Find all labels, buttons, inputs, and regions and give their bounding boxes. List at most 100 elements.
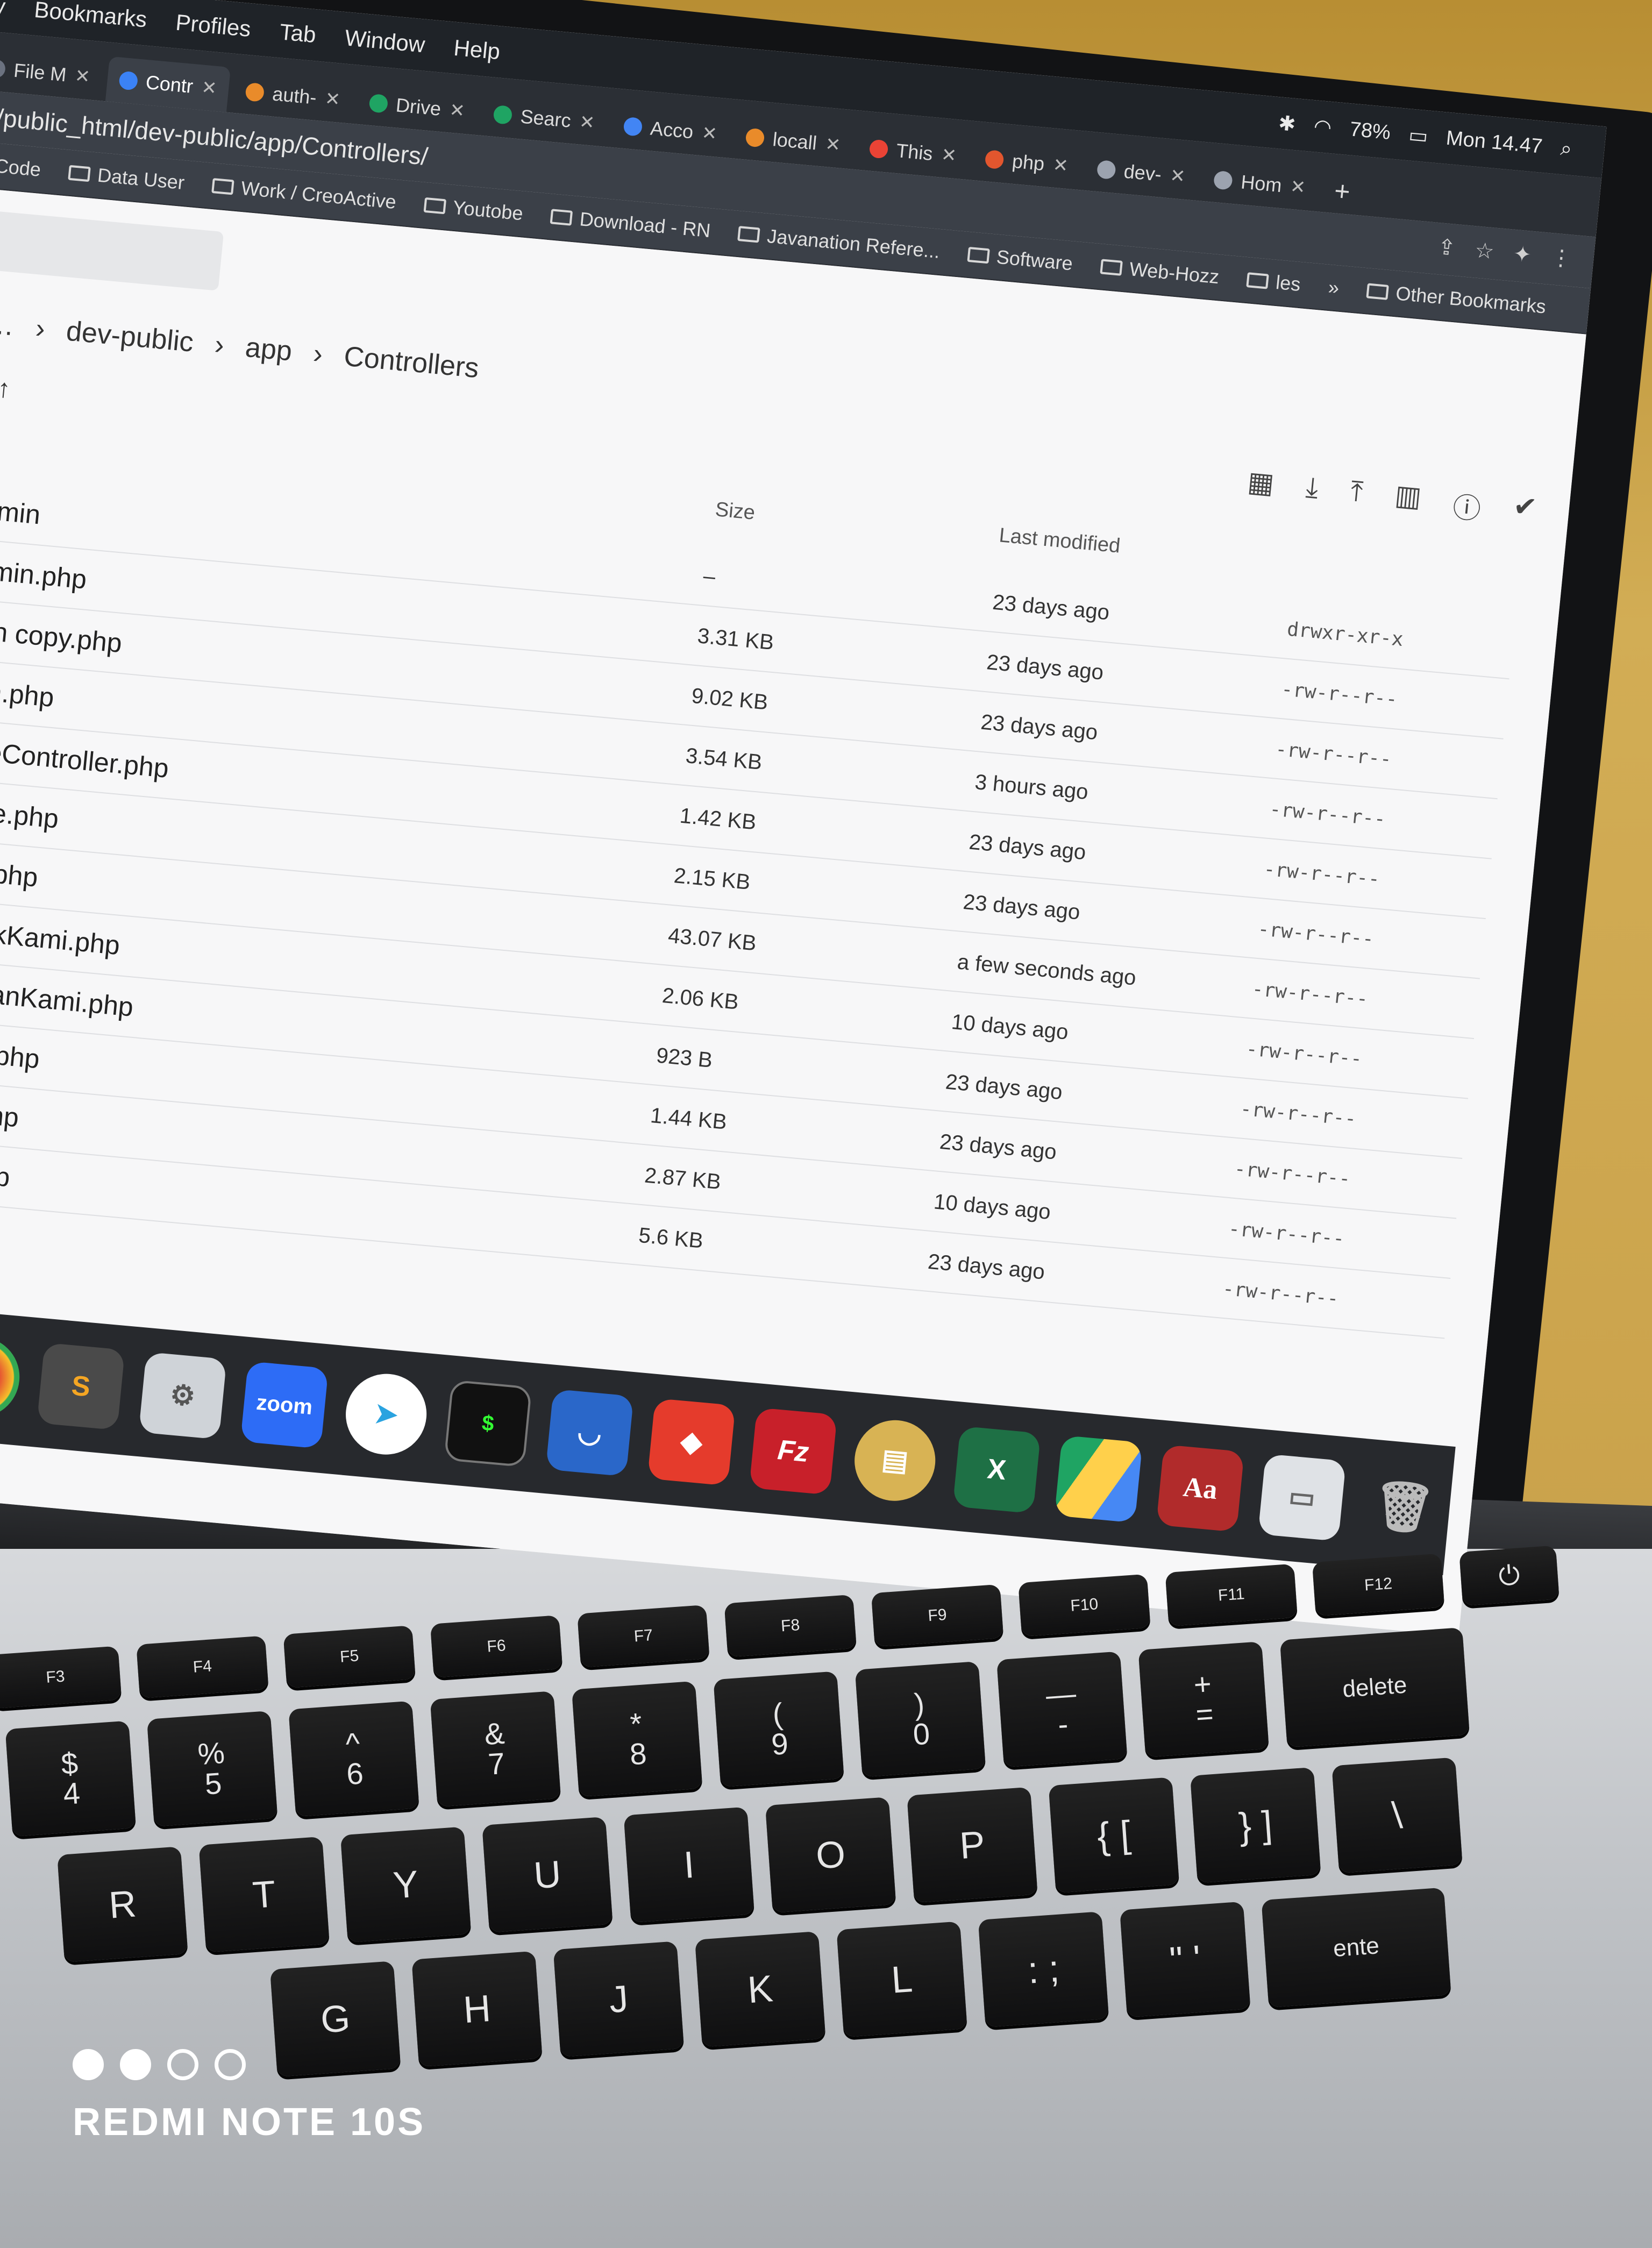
file-name[interactable]: Profil.php: [0, 1092, 20, 1133]
chrome-icon[interactable]: [0, 1333, 24, 1421]
key-f5[interactable]: F5: [283, 1625, 416, 1688]
battery-icon[interactable]: ▭: [1407, 123, 1429, 148]
bookmark-item[interactable]: Javanation Refere...: [737, 222, 941, 263]
info-icon[interactable]: ⓘ: [1451, 485, 1483, 527]
key-3[interactable]: & 7: [430, 1691, 561, 1807]
key-home-row[interactable]: J: [553, 1941, 685, 2057]
share-icon[interactable]: ⇪: [1436, 234, 1457, 261]
key-6[interactable]: ) 0: [855, 1661, 986, 1777]
menu-bookmarks[interactable]: Bookmarks: [33, 0, 148, 33]
breadcrumb-ellipsis[interactable]: …: [0, 308, 16, 342]
key-top-row[interactable]: T: [198, 1836, 330, 1953]
bookmarks-overflow-button[interactable]: »: [1327, 276, 1340, 300]
bookmark-item[interactable]: Work / CreoActive: [211, 174, 397, 214]
key-home-row[interactable]: H: [411, 1951, 543, 2067]
tab-close-icon[interactable]: ✕: [701, 122, 718, 145]
file-name[interactable]: Iklan.php: [0, 852, 39, 893]
key-f8[interactable]: F8: [724, 1594, 857, 1657]
key-top-row[interactable]: R: [57, 1846, 188, 1962]
dictionary-icon[interactable]: Aa: [1156, 1444, 1244, 1532]
name-column-header[interactable]: ame ↑: [0, 368, 12, 404]
download-icon[interactable]: ⤓: [1304, 471, 1320, 513]
tab-close-icon[interactable]: ✕: [324, 88, 341, 110]
terminal-icon[interactable]: $: [444, 1379, 532, 1468]
bookmark-item[interactable]: Software: [966, 243, 1074, 275]
key-f11[interactable]: F11: [1165, 1563, 1298, 1627]
anydesk-icon[interactable]: ◆: [647, 1398, 736, 1486]
upload-icon[interactable]: ⤒: [1348, 475, 1365, 516]
key-5[interactable]: (9: [713, 1671, 844, 1787]
other-bookmarks[interactable]: Other Bookmarks: [1366, 279, 1547, 318]
trash-icon[interactable]: 🗑: [1359, 1463, 1448, 1550]
key-4[interactable]: * 8: [572, 1681, 703, 1797]
select-all-icon[interactable]: ✔: [1511, 490, 1539, 532]
key-8[interactable]: + =: [1138, 1641, 1269, 1758]
key-0[interactable]: $4: [5, 1720, 137, 1837]
key-top-row[interactable]: O: [765, 1797, 896, 1913]
zoom-icon[interactable]: zoom: [240, 1361, 329, 1449]
key-top-row[interactable]: \: [1331, 1757, 1463, 1874]
breadcrumb-controllers[interactable]: Controllers: [343, 340, 480, 385]
key-home-row[interactable]: L: [836, 1921, 967, 2038]
bookmark-star-icon[interactable]: ☆: [1473, 238, 1495, 264]
power-key[interactable]: ⏻: [1459, 1545, 1560, 1606]
key-top-row[interactable]: Y: [340, 1826, 472, 1943]
delete-key[interactable]: delete: [1279, 1627, 1470, 1748]
file-name[interactable]: Auth.php: [0, 672, 55, 713]
telegram-icon[interactable]: ➤: [342, 1370, 431, 1459]
file-name[interactable]: rofile.php: [0, 1152, 11, 1193]
key-f9[interactable]: F9: [871, 1584, 1004, 1647]
key-f3[interactable]: F3: [0, 1646, 122, 1709]
breadcrumb-dev-public[interactable]: dev-public: [65, 315, 195, 359]
menu-dots-icon[interactable]: ⋮: [1549, 245, 1573, 271]
bookmark-item[interactable]: Data User: [68, 161, 186, 194]
tab-close-icon[interactable]: ✕: [1289, 176, 1306, 198]
grid-view-icon[interactable]: ▦: [1245, 466, 1276, 508]
extension-icon[interactable]: ✦: [1512, 241, 1533, 268]
tab-close-icon[interactable]: ✕: [201, 77, 218, 99]
bluetooth-icon[interactable]: ✱: [1277, 111, 1297, 137]
key-f6[interactable]: F6: [430, 1615, 563, 1678]
sublime-text-icon[interactable]: S: [37, 1342, 125, 1431]
key-top-row[interactable]: I: [623, 1806, 754, 1923]
modified-column-header[interactable]: Last modified: [998, 524, 1121, 558]
tab-close-icon[interactable]: ✕: [74, 65, 91, 88]
bookmark-item[interactable]: Web-Hozz: [1099, 255, 1220, 288]
new-tab-button[interactable]: +: [1320, 167, 1364, 215]
enter-key[interactable]: ente: [1261, 1887, 1451, 2008]
menu-profiles[interactable]: Profiles: [175, 10, 252, 42]
key-top-row[interactable]: U: [482, 1817, 613, 1933]
search-input[interactable]: [0, 207, 224, 291]
key-2[interactable]: ^ 6: [288, 1701, 419, 1817]
tab-close-icon[interactable]: ✕: [448, 99, 466, 122]
key-home-row[interactable]: " ': [1120, 1901, 1251, 2018]
key-top-row[interactable]: } ]: [1190, 1767, 1321, 1883]
key-home-row[interactable]: G: [269, 1961, 401, 2077]
menu-help[interactable]: Help: [453, 35, 502, 65]
downloads-stack-icon[interactable]: ▭: [1258, 1454, 1347, 1542]
key-home-row[interactable]: K: [695, 1931, 826, 2047]
sequel-pro-icon[interactable]: ▤: [851, 1417, 939, 1505]
file-name[interactable]: Auth copy.php: [0, 613, 123, 659]
file-name[interactable]: Pesan.php: [0, 1032, 41, 1075]
file-name[interactable]: LayananKami.php: [0, 972, 135, 1023]
menu-history[interactable]: ry: [0, 0, 6, 20]
filezilla-icon[interactable]: Fz: [749, 1407, 838, 1495]
storage-icon[interactable]: ▥: [1393, 479, 1423, 522]
spotlight-search-icon[interactable]: ⌕: [1560, 137, 1573, 161]
file-name[interactable]: Home.php: [0, 792, 60, 835]
tab-close-icon[interactable]: ✕: [940, 144, 957, 167]
key-top-row[interactable]: P: [907, 1787, 1038, 1903]
tab-close-icon[interactable]: ✕: [1052, 154, 1069, 177]
tab-close-icon[interactable]: ✕: [579, 111, 596, 133]
browser-tab[interactable]: File M ✕: [0, 44, 104, 101]
file-name[interactable]: Admin.php: [0, 552, 88, 595]
size-column-header[interactable]: Size: [714, 498, 756, 524]
wifi-icon[interactable]: ◠: [1313, 114, 1333, 140]
menu-tab[interactable]: Tab: [279, 19, 317, 48]
excel-icon[interactable]: X: [952, 1426, 1041, 1514]
key-top-row[interactable]: { [: [1048, 1777, 1180, 1893]
bookmark-item[interactable]: Download - RN: [550, 205, 711, 242]
bookmark-item[interactable]: les: [1246, 268, 1301, 296]
key-f7[interactable]: F7: [577, 1605, 710, 1668]
